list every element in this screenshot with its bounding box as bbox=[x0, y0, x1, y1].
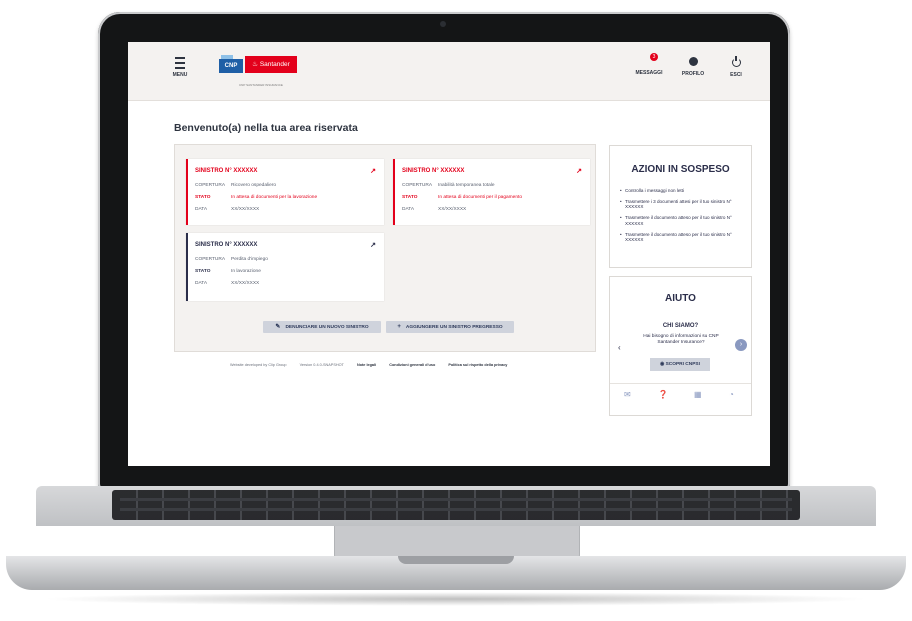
keyboard bbox=[112, 490, 800, 520]
discover-label: SCOPRI CNPSI bbox=[665, 362, 700, 367]
nav-messaggi-label: MESSAGGI bbox=[635, 70, 663, 76]
status-value: In attesa di documenti per la lavorazion… bbox=[231, 195, 318, 200]
coverage-key: COPERTURA bbox=[195, 183, 226, 188]
claim-card[interactable]: SINISTRO N° XXXXXX ↗ COPERTURA Inabilità … bbox=[393, 159, 590, 225]
open-arrow-icon[interactable]: ↗ bbox=[370, 241, 376, 249]
keyboard-row bbox=[120, 498, 792, 501]
add-claim-label: AGGIUNGERE UN SINISTRO PREGRESSO bbox=[405, 325, 503, 330]
claim-title: SINISTRO N° XXXXXX bbox=[195, 242, 258, 248]
claim-date-row: DATA XX/XX/XXXX bbox=[195, 281, 259, 286]
footer-version: Version 0.4.0-SNAPSHOT bbox=[299, 363, 344, 367]
claim-coverage-row: COPERTURA Ricovero ospedaliero bbox=[195, 183, 276, 188]
claim-coverage-row: COPERTURA Perdita d'impiego bbox=[195, 257, 268, 262]
pending-action-item[interactable]: Trasmettere il documento atteso per il t… bbox=[620, 215, 746, 226]
globe-icon[interactable]: ◔ bbox=[729, 390, 734, 399]
status-value: In attesa di documenti per il pagamento bbox=[438, 195, 522, 200]
claim-card[interactable]: SINISTRO N° XXXXXX ↗ COPERTURA Perdita d'… bbox=[186, 233, 384, 301]
page-title: Benvenuto(a) nella tua area riservata bbox=[174, 122, 358, 134]
help-question: CHI SIAMO? bbox=[662, 323, 699, 329]
laptop-screen: MENU CNP ♨ Santander CNP SANTANDER INSUR… bbox=[128, 42, 770, 466]
date-value: XX/XX/XXXX bbox=[231, 281, 260, 286]
pending-actions-list: Controlla i messaggi non letti Trasmette… bbox=[620, 188, 746, 248]
footer-developed-by: Website developed by Clip Group bbox=[230, 363, 287, 367]
open-arrow-icon[interactable]: ↗ bbox=[576, 167, 582, 175]
claim-card[interactable]: SINISTRO N° XXXXXX ↗ COPERTURA Ricovero o… bbox=[186, 159, 384, 225]
nav-profilo-label: PROFILO bbox=[681, 71, 705, 77]
claim-coverage-row: COPERTURA Inabilità temporanea totale bbox=[402, 183, 495, 188]
help-box: AIUTO CHI SIAMO? Hai bisogno di informaz… bbox=[609, 276, 752, 416]
pending-action-item[interactable]: Trasmettere il documento atteso per il t… bbox=[620, 232, 746, 243]
footer-legal-link[interactable]: Note legali bbox=[357, 363, 376, 367]
laptop-shadow bbox=[40, 592, 872, 606]
nav-esci-label: ESCI bbox=[730, 72, 742, 78]
webcam bbox=[440, 21, 446, 27]
footer-privacy-link[interactable]: Politica sul rispetto della privacy bbox=[448, 363, 507, 367]
envelope-icon: 3 bbox=[632, 53, 666, 68]
claim-status-row: STATO In attesa di documenti per la lavor… bbox=[195, 195, 317, 200]
site-footer: Website developed by Clip Group Version … bbox=[230, 363, 519, 367]
coverage-key: COPERTURA bbox=[195, 257, 226, 262]
globe-icon: ◉ bbox=[660, 362, 665, 367]
claim-date-row: DATA XX/XX/XXXX bbox=[195, 207, 259, 212]
date-key: DATA bbox=[195, 281, 208, 286]
help-title: AIUTO bbox=[665, 293, 696, 304]
nav-messaggi[interactable]: 3 MESSAGGI bbox=[632, 53, 666, 76]
pending-actions-title: AZIONI IN SOSPESO bbox=[631, 164, 730, 175]
logo-subtext: CNP SANTANDER INSURANCE bbox=[239, 83, 283, 87]
status-key: STATO bbox=[195, 195, 211, 200]
report-claim-label: DENUNCIARE UN NUOVO SINISTRO bbox=[285, 325, 369, 330]
discover-button[interactable]: ◉ SCOPRI CNPSI bbox=[650, 358, 710, 371]
open-arrow-icon[interactable]: ↗ bbox=[370, 167, 376, 175]
pending-action-item[interactable]: Controlla i messaggi non letti bbox=[620, 188, 746, 194]
user-icon bbox=[676, 57, 710, 69]
plus-icon: + bbox=[397, 324, 401, 330]
santander-logo[interactable]: ♨ Santander bbox=[245, 56, 297, 73]
coverage-value: Perdita d'impiego bbox=[231, 257, 268, 262]
date-key: DATA bbox=[195, 207, 208, 212]
claim-status-row: STATO In attesa di documenti per il pagam… bbox=[402, 195, 522, 200]
book-icon[interactable]: ▦ bbox=[694, 390, 702, 399]
coverage-value: Inabilità temporanea totale bbox=[438, 183, 495, 188]
santander-logo-text: Santander bbox=[259, 61, 290, 68]
keyboard-row bbox=[120, 508, 792, 511]
date-value: XX/XX/XXXX bbox=[231, 207, 260, 212]
claims-panel: SINISTRO N° XXXXXX ↗ COPERTURA Ricovero o… bbox=[174, 144, 596, 352]
date-value: XX/XX/XXXX bbox=[438, 207, 467, 212]
add-claim-button[interactable]: + AGGIUNGERE UN SINISTRO PREGRESSO bbox=[386, 321, 514, 333]
date-key: DATA bbox=[402, 207, 415, 212]
pencil-icon: ✎ bbox=[275, 324, 281, 330]
status-key: STATO bbox=[195, 269, 211, 274]
coverage-value: Ricovero ospedaliero bbox=[231, 183, 277, 188]
claim-title: SINISTRO N° XXXXXX bbox=[195, 168, 258, 174]
laptop-notch bbox=[398, 556, 514, 564]
status-value: In lavorazione bbox=[231, 269, 261, 274]
carousel-prev-icon[interactable]: ‹ bbox=[618, 343, 621, 352]
claim-title: SINISTRO N° XXXXXX bbox=[402, 168, 465, 174]
menu-button[interactable]: MENU bbox=[170, 57, 190, 78]
claim-status-row: STATO In lavorazione bbox=[195, 269, 261, 274]
power-icon bbox=[719, 56, 753, 70]
help-description: Hai bisogno di informazioni su CNP Santa… bbox=[643, 334, 719, 346]
coverage-key: COPERTURA bbox=[402, 183, 433, 188]
nav-profilo[interactable]: PROFILO bbox=[676, 56, 710, 77]
mail-icon[interactable]: ✉ bbox=[624, 390, 631, 399]
footer-terms-link[interactable]: Condizioni generali d'uso bbox=[389, 363, 435, 367]
site-header: MENU CNP ♨ Santander CNP SANTANDER INSUR… bbox=[128, 42, 770, 101]
unread-badge: 3 bbox=[650, 53, 658, 61]
pending-actions-box: AZIONI IN SOSPESO Controlla i messaggi n… bbox=[609, 145, 752, 268]
report-claim-button[interactable]: ✎ DENUNCIARE UN NUOVO SINISTRO bbox=[263, 321, 381, 333]
nav-esci[interactable]: ESCI bbox=[719, 56, 753, 78]
carousel-next-icon[interactable]: › bbox=[735, 339, 747, 351]
status-key: STATO bbox=[402, 195, 418, 200]
help-icon-bar: ✉ ❓ ▦ ◔ bbox=[610, 383, 751, 406]
cnp-logo[interactable]: CNP bbox=[219, 55, 243, 73]
question-icon[interactable]: ❓ bbox=[658, 390, 668, 399]
pending-action-item[interactable]: Trasmettere i 3 documenti attesi per il … bbox=[620, 199, 746, 210]
hamburger-icon bbox=[175, 57, 185, 69]
menu-label: MENU bbox=[172, 72, 188, 78]
claim-date-row: DATA XX/XX/XXXX bbox=[402, 207, 466, 212]
